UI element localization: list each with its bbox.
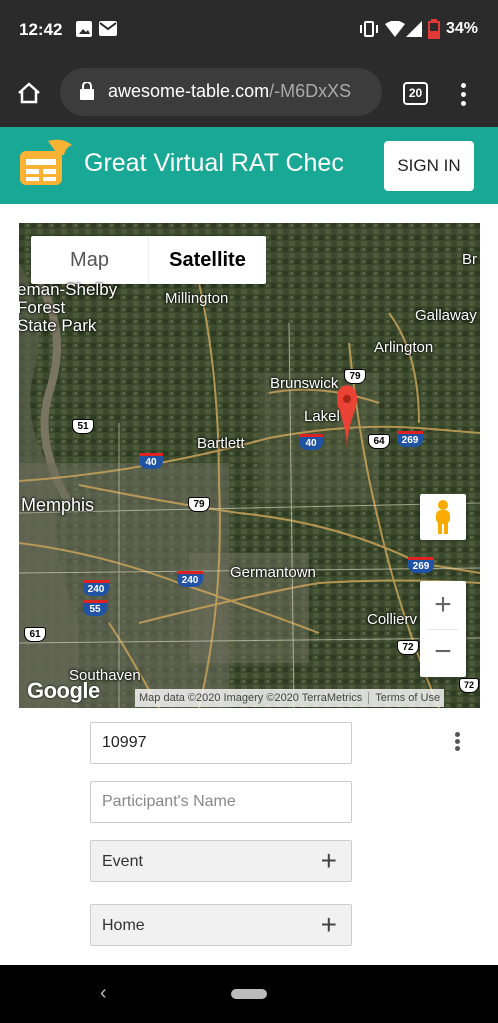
route-shield-us79-north: 79: [344, 369, 366, 384]
app-header: Great Virtual RAT Chec SIGN IN: [0, 127, 498, 204]
event-label: Event: [102, 853, 143, 870]
map-label-brunswick: Brunswick: [270, 375, 339, 392]
zoom-out-button[interactable]: −: [420, 630, 466, 677]
event-dropdown[interactable]: Event +: [90, 840, 352, 882]
route-shield-us72: 72: [397, 640, 419, 655]
route-shield-us51: 51: [72, 419, 94, 434]
map-type-map-button[interactable]: Map: [31, 236, 148, 284]
status-time: 12:42: [19, 20, 63, 39]
map-view[interactable]: Map Satellite Br eman-Shelby Forest Stat…: [19, 223, 480, 708]
route-shield-us61: 61: [24, 627, 46, 642]
sign-in-button[interactable]: SIGN IN: [384, 141, 474, 191]
awesome-table-logo-icon: [20, 139, 72, 185]
street-view-pegman-button[interactable]: [420, 494, 466, 540]
plus-icon: +: [320, 909, 337, 940]
route-shield-i269-south: 269: [408, 557, 434, 573]
participant-name-input[interactable]: [91, 782, 351, 822]
zoom-control: + −: [420, 581, 466, 677]
mail-notification-icon: [99, 21, 117, 36]
row-menu-icon[interactable]: [447, 730, 467, 756]
route-shield-i40-east: 40: [299, 434, 323, 450]
map-attribution: Map data ©2020 Imagery ©2020 TerraMetric…: [135, 689, 445, 707]
route-shield-us79-south: 79: [188, 497, 210, 512]
route-shield-i269-north: 269: [397, 431, 423, 447]
url-host: awesome-table.com: [108, 81, 270, 101]
map-type-satellite-button[interactable]: Satellite: [148, 236, 266, 284]
browser-toolbar: awesome-table.com/-M6DxXS 20: [0, 58, 498, 127]
route-shield-us72-edge: 72: [459, 678, 479, 693]
route-shield-i55: 55: [83, 600, 107, 616]
route-shield-us64: 64: [368, 434, 390, 449]
map-label-germantown: Germantown: [230, 564, 316, 581]
home-dropdown[interactable]: Home +: [90, 904, 352, 946]
map-label-bartlett: Bartlett: [197, 435, 245, 452]
map-type-control: Map Satellite: [31, 236, 266, 284]
home-icon[interactable]: [17, 82, 41, 104]
battery-icon: [428, 19, 440, 39]
route-shield-i40-west: 40: [139, 453, 163, 469]
route-shield-i240-east: 240: [177, 571, 203, 587]
cell-signal-icon: [406, 21, 422, 37]
image-notification-icon: [76, 21, 92, 37]
back-icon[interactable]: ‹: [100, 982, 107, 1005]
wifi-icon: [385, 21, 405, 37]
map-label-millington: Millington: [165, 290, 229, 307]
map-label-br: Br: [462, 251, 477, 268]
map-label-gallaway: Gallaway: [415, 307, 477, 324]
zoom-in-button[interactable]: +: [420, 581, 466, 629]
lock-icon: [80, 82, 94, 100]
tab-switcher-button[interactable]: 20: [403, 82, 428, 105]
map-label-shelby-forest: eman-Shelby Forest State Park: [19, 280, 118, 335]
vibrate-icon: [360, 21, 378, 37]
terms-of-use-link[interactable]: Terms of Use: [368, 692, 441, 704]
home-label: Home: [102, 917, 145, 934]
url-text: awesome-table.com/-M6DxXS: [108, 81, 351, 102]
system-nav-bar: ‹: [0, 965, 498, 1023]
url-path: /-M6DxXS: [269, 81, 352, 101]
route-shield-i240-west: 240: [83, 580, 109, 596]
battery-percent: 34%: [446, 20, 479, 37]
home-gesture-pill[interactable]: [231, 989, 267, 999]
page-title: Great Virtual RAT Chec: [84, 149, 344, 177]
map-label-arlington: Arlington: [374, 339, 434, 356]
plus-icon: +: [320, 845, 337, 876]
address-bar[interactable]: awesome-table.com/-M6DxXS: [60, 68, 382, 116]
status-bar: 12:42 34%: [0, 0, 498, 58]
id-field[interactable]: [90, 722, 352, 764]
browser-menu-icon[interactable]: [458, 82, 468, 106]
map-label-memphis: Memphis: [21, 495, 95, 515]
map-label-lakeland: Lakel: [304, 408, 340, 425]
pegman-icon: [436, 500, 450, 534]
id-input[interactable]: [91, 723, 351, 763]
google-logo: Google: [27, 678, 100, 703]
participant-name-field[interactable]: [90, 781, 352, 823]
map-data-attribution: Map data ©2020 Imagery ©2020 TerraMetric…: [139, 692, 363, 704]
map-label-collierville: Collierv: [367, 611, 418, 628]
